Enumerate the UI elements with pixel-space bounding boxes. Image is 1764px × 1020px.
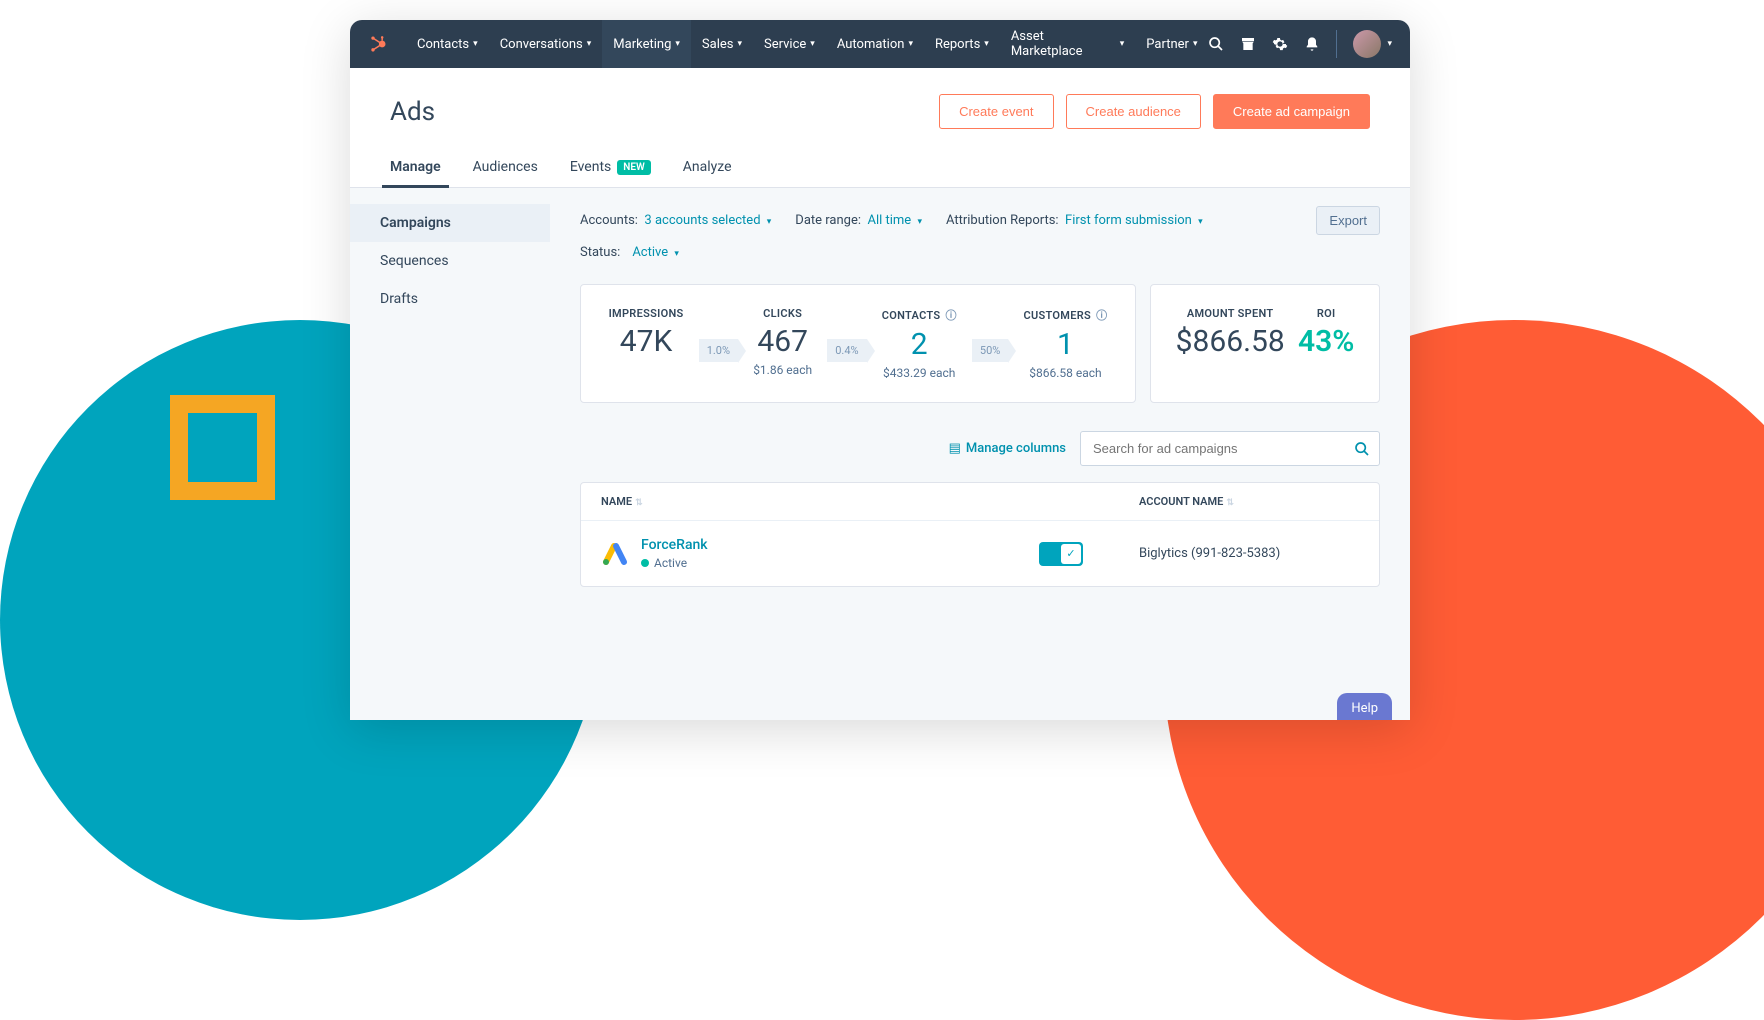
page-title: Ads	[390, 97, 435, 127]
nav-marketing[interactable]: Marketing▾	[602, 20, 691, 68]
accounts-filter[interactable]: 3 accounts selected ▾	[644, 213, 771, 228]
columns-icon: ▤	[949, 441, 961, 456]
attribution-label: Attribution Reports:	[946, 213, 1059, 228]
info-icon[interactable]: ⓘ	[942, 309, 956, 322]
account-name-cell: Biglytics (991-823-5383)	[1139, 546, 1359, 561]
status-filter[interactable]: Active ▾	[632, 245, 679, 260]
page-header: Ads Create event Create audience Create …	[350, 68, 1410, 149]
help-button[interactable]: Help	[1337, 693, 1392, 720]
create-event-button[interactable]: Create event	[939, 94, 1053, 129]
nav-automation[interactable]: Automation▾	[826, 20, 924, 68]
sidebar-item-drafts[interactable]: Drafts	[350, 280, 550, 318]
top-navbar: Contacts▾ Conversations▾ Marketing▾ Sale…	[350, 20, 1410, 68]
search-icon[interactable]	[1354, 441, 1370, 457]
column-name[interactable]: NAME⇅	[601, 495, 1039, 508]
status-dot-icon	[641, 559, 649, 567]
funnel-card: IMPRESSIONS 47K 1.0% CLICKS 467 $1.86 ea…	[580, 284, 1136, 403]
amount-spent: AMOUNT SPENT $866.58	[1176, 307, 1285, 380]
account-menu[interactable]: ▾	[1336, 30, 1392, 58]
main-panel: Accounts: 3 accounts selected ▾ Date ran…	[550, 188, 1410, 720]
campaigns-table: NAME⇅ ACCOUNT NAME⇅ ForceRank Active	[580, 482, 1380, 587]
sort-icon: ⇅	[635, 498, 643, 508]
campaign-toggle[interactable]: ✓	[1039, 542, 1083, 566]
daterange-label: Date range:	[795, 213, 861, 228]
chevron-down-icon: ▾	[767, 217, 772, 227]
user-avatar	[1353, 30, 1381, 58]
nav-conversations[interactable]: Conversations▾	[489, 20, 603, 68]
app-window: Contacts▾ Conversations▾ Marketing▾ Sale…	[350, 20, 1410, 720]
nav-items: Contacts▾ Conversations▾ Marketing▾ Sale…	[406, 20, 1208, 68]
campaign-status: Active	[641, 556, 708, 570]
funnel-customers: CUSTOMERS ⓘ 1 $866.58 each	[1023, 307, 1107, 380]
tab-manage[interactable]: Manage	[390, 149, 441, 187]
campaign-search-input[interactable]	[1080, 431, 1380, 466]
export-button[interactable]: Export	[1316, 206, 1380, 235]
nav-partner[interactable]: Partner▾	[1135, 20, 1208, 68]
section-tabs: Manage Audiences EventsNEW Analyze	[350, 149, 1410, 188]
nav-reports[interactable]: Reports▾	[924, 20, 1000, 68]
decorative-yellow-square	[170, 395, 275, 500]
notifications-bell-icon[interactable]	[1304, 36, 1320, 52]
tab-analyze[interactable]: Analyze	[683, 149, 732, 187]
funnel-contacts: CONTACTS ⓘ 2 $433.29 each	[882, 307, 957, 380]
roi: ROI 43%	[1298, 307, 1354, 380]
metrics-row: IMPRESSIONS 47K 1.0% CLICKS 467 $1.86 ea…	[580, 284, 1380, 403]
chevron-down-icon: ▾	[1198, 217, 1203, 227]
google-ads-icon	[601, 540, 629, 568]
table-row: ForceRank Active ✓ Biglytics (991-823-53…	[581, 520, 1379, 586]
sidebar-item-campaigns[interactable]: Campaigns	[350, 204, 550, 242]
search-box	[1080, 431, 1380, 466]
check-icon: ✓	[1061, 544, 1081, 564]
nav-sales[interactable]: Sales▾	[691, 20, 753, 68]
funnel-rate-2: 0.4%	[827, 339, 866, 362]
funnel-impressions: IMPRESSIONS 47K	[609, 307, 684, 359]
left-sidebar: Campaigns Sequences Drafts	[350, 188, 550, 720]
sidebar-item-sequences[interactable]: Sequences	[350, 242, 550, 280]
table-header: NAME⇅ ACCOUNT NAME⇅	[581, 483, 1379, 520]
new-badge: NEW	[617, 160, 651, 175]
create-ad-campaign-button[interactable]: Create ad campaign	[1213, 94, 1370, 129]
campaign-name-link[interactable]: ForceRank	[641, 537, 708, 553]
column-account-name[interactable]: ACCOUNT NAME⇅	[1139, 495, 1359, 508]
tab-events[interactable]: EventsNEW	[570, 149, 651, 187]
chevron-down-icon: ▾	[674, 249, 679, 259]
funnel-rate-3: 50%	[972, 339, 1008, 362]
hubspot-logo-icon[interactable]	[368, 34, 388, 54]
filters-row: Accounts: 3 accounts selected ▾ Date ran…	[580, 206, 1380, 235]
status-label: Status:	[580, 245, 620, 260]
attribution-filter[interactable]: First form submission ▾	[1065, 213, 1203, 228]
funnel-clicks: CLICKS 467 $1.86 each	[753, 307, 812, 377]
accounts-label: Accounts:	[580, 213, 638, 228]
nav-asset-marketplace[interactable]: Asset Marketplace▾	[1000, 20, 1135, 68]
marketplace-icon[interactable]	[1240, 36, 1256, 52]
tab-audiences[interactable]: Audiences	[473, 149, 538, 187]
nav-service[interactable]: Service▾	[753, 20, 826, 68]
info-icon[interactable]: ⓘ	[1093, 309, 1107, 322]
settings-gear-icon[interactable]	[1272, 36, 1288, 52]
daterange-filter[interactable]: All time ▾	[867, 213, 922, 228]
manage-columns-link[interactable]: ▤ Manage columns	[949, 441, 1066, 456]
nav-contacts[interactable]: Contacts▾	[406, 20, 489, 68]
funnel-rate-1: 1.0%	[699, 339, 738, 362]
create-audience-button[interactable]: Create audience	[1066, 94, 1201, 129]
content-area: Campaigns Sequences Drafts Accounts: 3 a…	[350, 188, 1410, 720]
chevron-down-icon: ▾	[1387, 39, 1392, 49]
search-icon[interactable]	[1208, 36, 1224, 52]
chevron-down-icon: ▾	[917, 217, 922, 227]
sort-icon: ⇅	[1226, 498, 1234, 508]
summary-card: AMOUNT SPENT $866.58 ROI 43%	[1150, 284, 1380, 403]
table-controls: ▤ Manage columns	[580, 431, 1380, 466]
